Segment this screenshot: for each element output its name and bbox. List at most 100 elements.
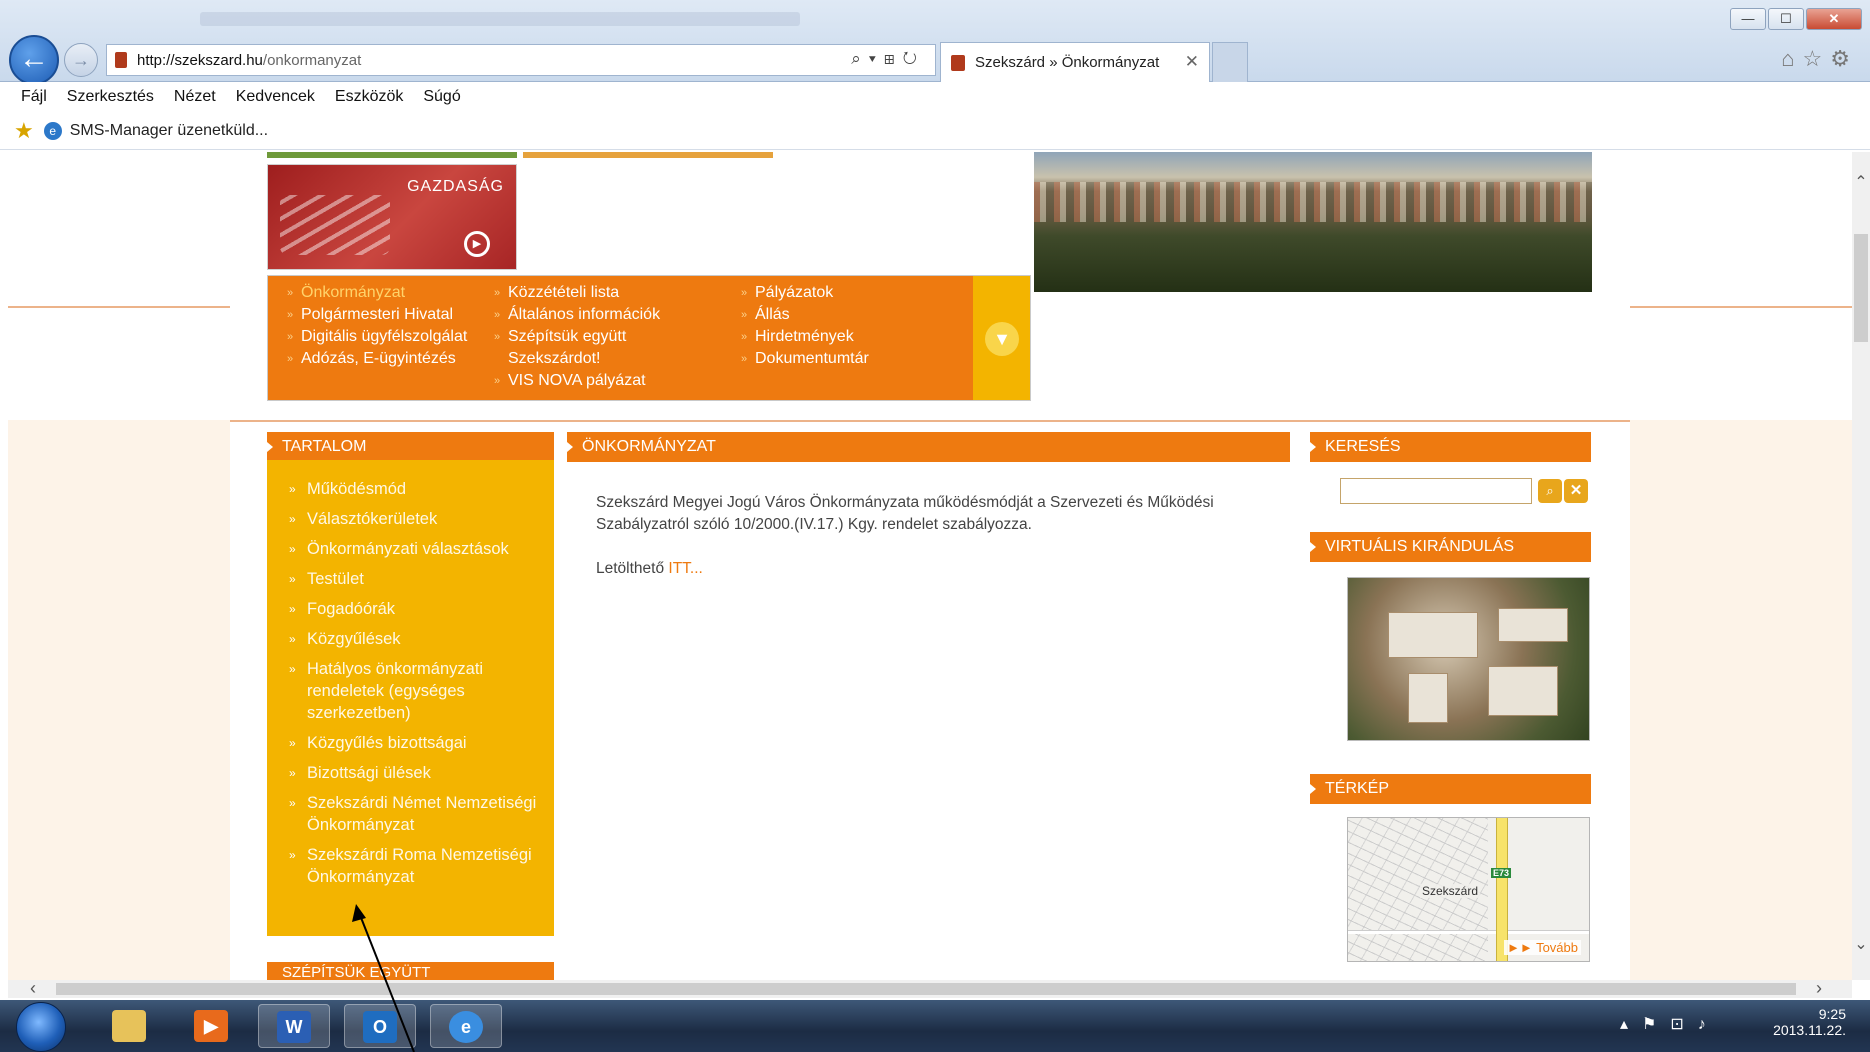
nav-kozzeteteli-lista[interactable]: Közzétételi lista (494, 282, 660, 304)
city-panorama-image (1034, 152, 1592, 292)
nav-szepitsuk-egyutt-cont[interactable]: Szekszárdot! (494, 348, 660, 370)
scroll-right-icon[interactable]: › (1816, 978, 1822, 999)
download-label: Letölthető (596, 560, 665, 577)
main-navigation: Önkormányzat Polgármesteri Hivatal Digit… (267, 275, 1031, 401)
system-tray-icons[interactable]: ▴⚑⊡♪ (1620, 1014, 1720, 1034)
scroll-up-icon[interactable]: ⌃ (1852, 172, 1870, 192)
volume-icon[interactable]: ♪ (1698, 1016, 1720, 1033)
nav-palyazatok[interactable]: Pályázatok (741, 282, 869, 304)
back-arrow-icon: ← (19, 42, 49, 75)
favorite-link-sms[interactable]: SMS-Manager üzenetküld... (70, 122, 268, 140)
download-line: Letölthető ITT... (596, 558, 1276, 580)
tray-expand-icon[interactable]: ▴ (1620, 1016, 1642, 1033)
virtual-tour-title: VIRTUÁLIS KIRÁNDULÁS (1310, 532, 1591, 562)
menu-help[interactable]: Súgó (423, 88, 460, 106)
favorites-add-icon[interactable]: ★ (14, 118, 34, 144)
tile-green-edge[interactable] (267, 152, 517, 158)
virtual-tour-image[interactable] (1347, 577, 1590, 741)
system-clock[interactable]: 9:25 2013.11.22. (1773, 1006, 1846, 1038)
nav-expand-button[interactable]: ▼ (973, 276, 1030, 400)
new-tab-button[interactable] (1212, 42, 1248, 82)
taskbar-outlook[interactable]: O (344, 1004, 416, 1048)
nav-column-3: Pályázatok Állás Hirdetmények Dokumentum… (741, 282, 869, 370)
network-icon[interactable]: ⊡ (1670, 1016, 1697, 1033)
nav-allas[interactable]: Állás (741, 304, 869, 326)
map-more-link[interactable]: ►► Tovább (1503, 940, 1581, 955)
sidebar-item-mukodesmod[interactable]: Működésmód (289, 478, 554, 500)
home-icon[interactable]: ⌂ (1781, 46, 1802, 71)
browser-tab[interactable]: Szekszárd » Önkormányzat ✕ (940, 42, 1210, 82)
page-viewport: GAZDASÁG ▶ Önkormányzat Polgármesteri Hi… (8, 152, 1852, 980)
minimize-button[interactable]: — (1730, 8, 1766, 30)
tab-close-icon[interactable]: ✕ (1185, 52, 1199, 72)
nav-altalanos-informaciok[interactable]: Általános információk (494, 304, 660, 326)
nav-polgarmesteri-hivatal[interactable]: Polgármesteri Hivatal (287, 304, 467, 326)
nav-onkormanyzat[interactable]: Önkormányzat (287, 282, 467, 304)
aerial-church (1408, 673, 1448, 723)
forward-button[interactable]: → (64, 43, 98, 77)
sidebar-item-testulet[interactable]: Testület (289, 568, 554, 590)
browser-tools[interactable]: ⌂☆⚙ (1781, 46, 1858, 72)
sidebar-item-valasztasok[interactable]: Önkormányzati választások (289, 538, 554, 560)
map-city-label: Szekszárd (1420, 884, 1481, 898)
search-button[interactable]: ⌕ (1538, 479, 1562, 503)
sidebar-item-kozgyulesek[interactable]: Közgyűlések (289, 628, 554, 650)
favorites-star-icon[interactable]: ☆ (1803, 46, 1831, 71)
menu-bar: Fájl Szerkesztés Nézet Kedvencek Eszközö… (0, 82, 1870, 112)
vertical-scroll-thumb[interactable] (1854, 234, 1868, 342)
flag-icon[interactable]: ⚑ (1642, 1016, 1670, 1033)
address-bar[interactable]: http://szekszard.hu/onkormanyzat ⌕▾⊞↻ (106, 44, 936, 76)
clear-search-button[interactable]: ✕ (1564, 479, 1588, 503)
nav-digitalis-ugyfelszolgalat[interactable]: Digitális ügyfélszolgálat (287, 326, 467, 348)
vertical-scrollbar[interactable]: ⌃ ⌄ (1852, 152, 1870, 980)
sidebar-next-section-title: SZÉPÍTSÜK EGYÜTT (267, 962, 554, 980)
tile-yellow-edge[interactable] (523, 152, 773, 158)
browser-titlebar: — ☐ ✕ ← → http://szekszard.hu/onkormanyz… (0, 0, 1870, 85)
sidebar-item-nemet-nemzetisegi[interactable]: Szekszárdi Német Nemzetiségi Önkormányza… (289, 792, 554, 836)
scroll-down-icon[interactable]: ⌄ (1852, 934, 1870, 954)
site-favicon-icon (115, 52, 127, 68)
menu-file[interactable]: Fájl (21, 88, 47, 106)
sidebar-item-bizottsagi-ulesek[interactable]: Bizottsági ülések (289, 762, 554, 784)
sidebar-item-rendeletek[interactable]: Hatályos önkormányzati rendeletek (egysé… (289, 658, 554, 724)
tile-gazdasag-label: GAZDASÁG (407, 178, 504, 195)
nav-hirdetmenyek[interactable]: Hirdetmények (741, 326, 869, 348)
menu-favorites[interactable]: Kedvencek (236, 88, 315, 106)
map-road (1348, 930, 1589, 934)
word-icon: W (277, 1011, 311, 1043)
tile-gazdasag[interactable]: GAZDASÁG ▶ (267, 164, 517, 270)
main-title: ÖNKORMÁNYZAT (567, 432, 1290, 462)
taskbar-media-player[interactable]: ▶ (176, 1004, 248, 1048)
taskbar-internet-explorer[interactable]: e (430, 1004, 502, 1048)
address-actions[interactable]: ⌕▾⊞↻ (851, 49, 925, 69)
download-link[interactable]: ITT... (668, 560, 702, 577)
menu-edit[interactable]: Szerkesztés (67, 88, 154, 106)
search-input[interactable] (1340, 478, 1532, 504)
horizontal-scrollbar[interactable]: ‹ › (8, 978, 1852, 999)
taskbar-explorer[interactable] (94, 1004, 166, 1048)
gear-icon[interactable]: ⚙ (1830, 46, 1858, 71)
menu-view[interactable]: Nézet (174, 88, 216, 106)
maximize-button[interactable]: ☐ (1768, 8, 1804, 30)
nav-szepitsuk-egyutt[interactable]: Szépítsük együtt (494, 326, 660, 348)
nav-adozas[interactable]: Adózás, E-ügyintézés (287, 348, 467, 370)
sidebar-item-bizottsagai[interactable]: Közgyűlés bizottságai (289, 732, 554, 754)
back-button[interactable]: ← (9, 35, 59, 85)
scroll-left-icon[interactable]: ‹ (30, 978, 36, 999)
start-button[interactable] (16, 1002, 66, 1052)
sidebar-item-roma-nemzetisegi[interactable]: Szekszárdi Roma Nemzetiségi Önkormányzat (289, 844, 554, 888)
menu-tools[interactable]: Eszközök (335, 88, 403, 106)
sidebar-item-valasztokeruletek[interactable]: Választókerületek (289, 508, 554, 530)
sidebar-item-fogadoorak[interactable]: Fogadóórák (289, 598, 554, 620)
sidebar-menu: Működésmód Választókerületek Önkormányza… (267, 460, 554, 936)
close-icon: ✕ (1569, 482, 1583, 499)
nav-vis-nova[interactable]: VIS NOVA pályázat (494, 370, 660, 392)
nav-dokumentumtar[interactable]: Dokumentumtár (741, 348, 869, 370)
taskbar-word[interactable]: W (258, 1004, 330, 1048)
horizontal-scroll-thumb[interactable] (56, 983, 1796, 995)
close-window-button[interactable]: ✕ (1806, 8, 1862, 30)
search-title: KERESÉS (1310, 432, 1591, 462)
aerial-building (1488, 666, 1558, 716)
map-widget[interactable]: E73 Szekszárd ►► Tovább (1347, 817, 1590, 962)
outlook-icon: O (363, 1011, 397, 1043)
